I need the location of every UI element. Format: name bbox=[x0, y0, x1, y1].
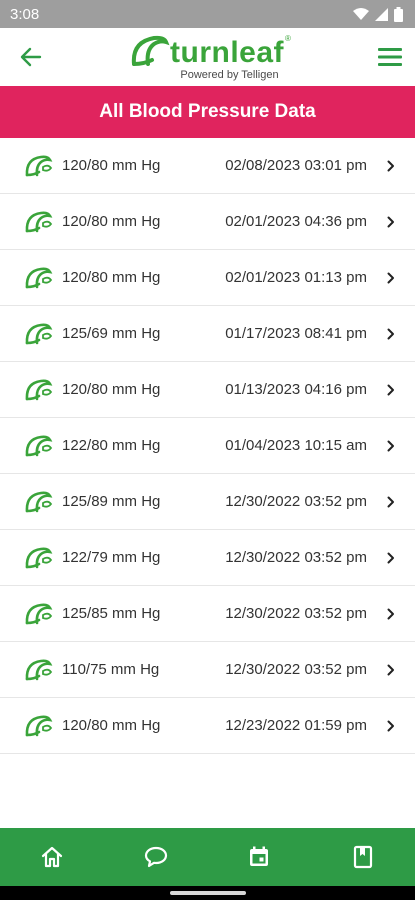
leaf-icon bbox=[24, 321, 56, 347]
chevron-right-icon bbox=[385, 496, 397, 508]
nav-library[interactable] bbox=[338, 837, 388, 877]
chevron-right-icon bbox=[385, 440, 397, 452]
leaf-icon bbox=[24, 545, 56, 571]
reading-datetime: 02/01/2023 04:36 pm bbox=[225, 213, 367, 230]
leaf-logo-icon bbox=[131, 35, 170, 66]
app-header: turnleaf ® Powered by Telligen bbox=[0, 28, 415, 86]
reading-datetime: 01/13/2023 04:16 pm bbox=[225, 381, 367, 398]
leaf-icon bbox=[24, 433, 56, 459]
page-title: All Blood Pressure Data bbox=[99, 101, 316, 122]
arrow-left-icon bbox=[20, 47, 42, 67]
chat-icon bbox=[144, 846, 167, 868]
reading-datetime: 12/30/2022 03:52 pm bbox=[225, 493, 367, 510]
leaf-icon bbox=[24, 657, 56, 683]
reading-value: 120/80 mm Hg bbox=[62, 213, 161, 230]
reading-datetime: 12/30/2022 03:52 pm bbox=[225, 661, 367, 678]
reading-datetime: 01/04/2023 10:15 am bbox=[225, 437, 367, 454]
chevron-right-icon bbox=[385, 384, 397, 396]
record-row[interactable]: 120/80 mm Hg 02/01/2023 04:36 pm bbox=[0, 194, 415, 250]
status-icons bbox=[353, 6, 403, 22]
reading-datetime: 02/01/2023 01:13 pm bbox=[225, 269, 367, 286]
chevron-right-icon bbox=[385, 552, 397, 564]
nav-calendar[interactable] bbox=[234, 837, 284, 877]
book-icon bbox=[354, 845, 373, 869]
record-row[interactable]: 125/85 mm Hg 12/30/2022 03:52 pm bbox=[0, 586, 415, 642]
record-row[interactable]: 110/75 mm Hg 12/30/2022 03:52 pm bbox=[0, 642, 415, 698]
reading-value: 125/69 mm Hg bbox=[62, 325, 161, 342]
reading-value: 125/89 mm Hg bbox=[62, 493, 161, 510]
chevron-right-icon bbox=[385, 216, 397, 228]
record-row[interactable]: 120/80 mm Hg 12/23/2022 01:59 pm bbox=[0, 698, 415, 754]
registered-mark: ® bbox=[285, 33, 291, 43]
status-bar: 3:08 bbox=[0, 0, 415, 28]
nav-home[interactable] bbox=[27, 837, 77, 877]
menu-button[interactable] bbox=[373, 40, 407, 74]
blood-pressure-list: 120/80 mm Hg 02/08/2023 03:01 pm 120/80 … bbox=[0, 138, 415, 754]
page-title-banner: All Blood Pressure Data bbox=[0, 86, 415, 138]
reading-value: 120/80 mm Hg bbox=[62, 157, 161, 174]
system-gesture-bar bbox=[0, 886, 415, 900]
calendar-icon bbox=[250, 846, 269, 866]
chevron-right-icon bbox=[385, 328, 397, 340]
hamburger-menu-icon bbox=[377, 48, 402, 66]
reading-value: 125/85 mm Hg bbox=[62, 605, 161, 622]
reading-datetime: 01/17/2023 08:41 pm bbox=[225, 325, 367, 342]
logo-tagline: Powered by Telligen bbox=[180, 68, 279, 81]
chevron-right-icon bbox=[385, 160, 397, 172]
record-row[interactable]: 125/69 mm Hg 01/17/2023 08:41 pm bbox=[0, 306, 415, 362]
reading-datetime: 12/30/2022 03:52 pm bbox=[225, 549, 367, 566]
battery-icon bbox=[394, 6, 403, 22]
leaf-icon bbox=[24, 153, 56, 179]
chevron-right-icon bbox=[385, 272, 397, 284]
reading-value: 120/80 mm Hg bbox=[62, 381, 161, 398]
leaf-icon bbox=[24, 377, 56, 403]
record-row[interactable]: 125/89 mm Hg 12/30/2022 03:52 pm bbox=[0, 474, 415, 530]
home-gesture-handle[interactable] bbox=[170, 891, 246, 895]
wifi-icon bbox=[353, 7, 369, 20]
leaf-icon bbox=[24, 489, 56, 515]
reading-value: 122/79 mm Hg bbox=[62, 549, 161, 566]
leaf-icon bbox=[24, 601, 56, 627]
record-row[interactable]: 120/80 mm Hg 02/08/2023 03:01 pm bbox=[0, 138, 415, 194]
home-icon bbox=[41, 846, 62, 868]
chevron-right-icon bbox=[385, 608, 397, 620]
leaf-icon bbox=[24, 265, 56, 291]
reading-datetime: 02/08/2023 03:01 pm bbox=[225, 157, 367, 174]
record-row[interactable]: 122/80 mm Hg 01/04/2023 10:15 am bbox=[0, 418, 415, 474]
logo-wordmark: turnleaf bbox=[170, 35, 285, 69]
record-row[interactable]: 122/79 mm Hg 12/30/2022 03:52 pm bbox=[0, 530, 415, 586]
signal-icon bbox=[375, 7, 388, 21]
status-time: 3:08 bbox=[10, 5, 40, 23]
record-row[interactable]: 120/80 mm Hg 02/01/2023 01:13 pm bbox=[0, 250, 415, 306]
reading-datetime: 12/30/2022 03:52 pm bbox=[225, 605, 367, 622]
chevron-right-icon bbox=[385, 664, 397, 676]
bottom-navigation bbox=[0, 828, 415, 886]
reading-value: 110/75 mm Hg bbox=[62, 661, 160, 678]
leaf-icon bbox=[24, 209, 56, 235]
chevron-right-icon bbox=[385, 720, 397, 732]
leaf-icon bbox=[24, 713, 56, 739]
reading-value: 120/80 mm Hg bbox=[62, 269, 161, 286]
record-row[interactable]: 120/80 mm Hg 01/13/2023 04:16 pm bbox=[0, 362, 415, 418]
back-button[interactable] bbox=[14, 40, 48, 74]
reading-value: 122/80 mm Hg bbox=[62, 437, 161, 454]
reading-datetime: 12/23/2022 01:59 pm bbox=[225, 717, 367, 734]
turnleaf-logo: turnleaf ® Powered by Telligen bbox=[130, 34, 291, 81]
nav-messages[interactable] bbox=[131, 837, 181, 877]
reading-value: 120/80 mm Hg bbox=[62, 717, 161, 734]
